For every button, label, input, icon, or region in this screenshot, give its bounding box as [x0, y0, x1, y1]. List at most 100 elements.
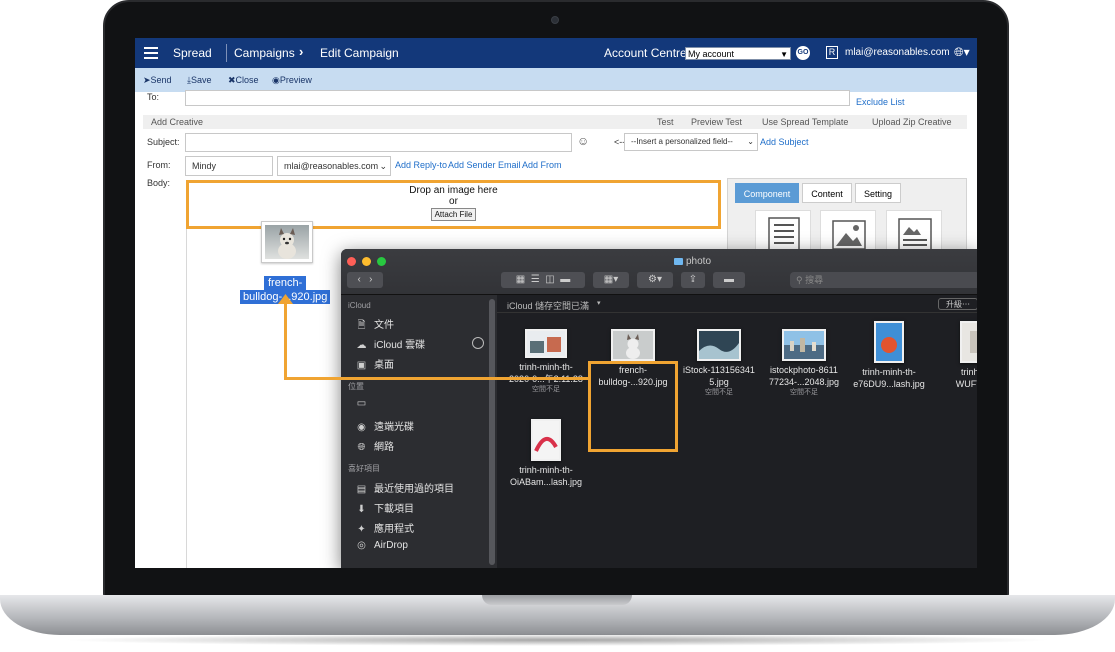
sidebar-item-label: 下載項目	[374, 504, 414, 515]
sidebar-item-network[interactable]: 🌐︎ 網路	[355, 438, 395, 453]
send-button[interactable]: ➤Send	[143, 75, 172, 86]
preview-test-link[interactable]: Preview Test	[691, 117, 742, 127]
laptop-notch	[482, 595, 632, 605]
save-button[interactable]: ⤓Save	[187, 75, 212, 86]
photo-thumbnail-icon	[962, 323, 977, 361]
send-icon: ➤	[143, 75, 151, 85]
file-item[interactable]: istockphoto-8611 77234-...2048.jpg 空間不足	[762, 329, 846, 397]
add-from-link[interactable]: Add From	[522, 160, 562, 170]
tab-component[interactable]: Component	[735, 183, 799, 203]
sidebar-item-label: iCloud 雲碟	[374, 340, 426, 351]
file-thumbnail	[960, 321, 977, 363]
desktop-icon: ▣	[356, 359, 367, 371]
subject-input[interactable]	[185, 133, 572, 152]
sidebar-scrollbar[interactable]	[489, 299, 495, 565]
zoom-window-button[interactable]	[377, 257, 386, 266]
file-status: 空間不足	[532, 386, 560, 393]
file-thumbnail	[874, 321, 904, 363]
sidebar-item-downloads[interactable]: ⬇︎ 下載項目	[355, 500, 414, 515]
chevron-down-icon: ⌄	[379, 161, 387, 171]
sidebar-item-documents[interactable]: 🗎︎ 文件	[355, 316, 394, 331]
upgrade-button[interactable]: 升級⋯	[938, 298, 977, 310]
share-icon: ⇪	[688, 274, 698, 285]
use-template-link[interactable]: Use Spread Template	[762, 117, 848, 127]
minimize-window-button[interactable]	[362, 257, 371, 266]
tag-button[interactable]: ▬	[713, 272, 745, 288]
chevron-down-icon: ▼	[780, 50, 788, 59]
file-item[interactable]: iStock-113156341 5.jpg 空間不足	[677, 329, 761, 397]
add-subject-link[interactable]: Add Subject	[760, 137, 809, 147]
close-window-button[interactable]	[347, 257, 356, 266]
from-name-input[interactable]: Mindy	[185, 156, 273, 176]
share-button[interactable]: ⇪	[681, 272, 705, 288]
sidebar-head-locations: 位置	[348, 382, 364, 391]
download-icon: ⬇︎	[357, 503, 366, 515]
go-button[interactable]: GO	[796, 46, 810, 60]
add-reply-to-link[interactable]: Add Reply-to	[395, 160, 447, 170]
dropped-image-thumbnail[interactable]	[261, 221, 313, 263]
attach-file-button[interactable]: Attach File	[430, 208, 477, 221]
add-creative-link[interactable]: Add Creative	[151, 117, 203, 127]
send-label: Send	[150, 75, 172, 85]
disc-icon: ◉	[357, 421, 366, 433]
sidebar-item-recents[interactable]: ▤ 最近使用過的項目	[355, 480, 454, 495]
file-item[interactable]: trinh-minh-th-e76DU9...lash.jpg	[847, 321, 931, 390]
file-thumbnail	[782, 329, 826, 361]
file-name: trinh-minh-th-2020-0...午2.11.28	[509, 362, 583, 384]
to-field[interactable]	[185, 90, 850, 106]
sidebar-item-icloud-drive[interactable]: ☁︎ iCloud 雲碟	[355, 336, 426, 351]
menu-icon[interactable]	[144, 47, 158, 59]
group-by-button[interactable]: ▦▾	[593, 272, 629, 288]
sidebar-item-remote-disc[interactable]: ◉ 遠端光碟	[355, 418, 414, 433]
subject-label: Subject:	[147, 137, 180, 147]
user-badge-icon[interactable]: R	[826, 46, 838, 59]
bulldog-thumbnail-icon	[613, 331, 653, 359]
globe-icon[interactable]: 🌐︎▾	[954, 45, 970, 60]
photo-thumbnail-icon	[527, 331, 565, 356]
action-button[interactable]: ⚙▾	[637, 272, 673, 288]
search-icon: ⚲	[796, 275, 803, 285]
icloud-status: iCloud 儲存空間已滿	[507, 301, 590, 311]
exclude-list-link[interactable]: Exclude List	[856, 97, 905, 107]
upload-zip-link[interactable]: Upload Zip Creative	[872, 117, 952, 127]
preview-button[interactable]: ◉Preview	[272, 75, 312, 86]
finder-search-input[interactable]: ⚲ 搜尋	[790, 272, 977, 288]
sidebar-item-desktop[interactable]: ▣ 桌面	[355, 356, 394, 371]
back-forward-buttons[interactable]: ‹ ›	[347, 272, 383, 288]
file-item[interactable]: trinh-mWUFTh...	[933, 321, 977, 390]
save-label: Save	[190, 75, 212, 85]
file-thumbnail	[525, 329, 567, 358]
sidebar-head-favorites: 喜好項目	[348, 464, 380, 473]
test-link[interactable]: Test	[657, 117, 674, 127]
chevron-down-icon: ⌄	[747, 137, 754, 146]
airdrop-icon: ◎	[357, 540, 366, 551]
sidebar-head-icloud: iCloud	[348, 301, 371, 310]
from-email-select[interactable]: mlai@reasonables.com ⌄	[277, 156, 391, 176]
selected-file-highlight	[588, 361, 678, 452]
brand[interactable]: Spread	[173, 46, 212, 60]
sidebar-item-computer[interactable]: ▭	[355, 398, 374, 409]
document-icon: 🗎︎	[357, 319, 366, 331]
file-item[interactable]: trinh-minh-th- OiABam...lash.jpg	[504, 419, 588, 488]
account-select-value: My account	[688, 49, 735, 59]
chevron-right-icon: ›	[299, 44, 304, 59]
user-email[interactable]: mlai@reasonables.com	[845, 47, 950, 58]
add-sender-email-link[interactable]: Add Sender Email	[448, 160, 521, 170]
sidebar-item-applications[interactable]: ✦ 應用程式	[355, 520, 414, 535]
photo-thumbnail-icon	[784, 331, 824, 359]
chevron-right-icon: ›	[369, 274, 373, 285]
file-item[interactable]: trinh-minh-th-2020-0...午2.11.28 空間不足	[504, 329, 588, 394]
emoji-icon[interactable]: ☺	[577, 134, 589, 148]
tab-setting[interactable]: Setting	[855, 183, 901, 203]
breadcrumb-campaigns[interactable]: Campaigns	[234, 46, 295, 60]
view-mode-buttons[interactable]: ▦ ☰ ◫ ▬	[501, 272, 585, 288]
body-label: Body:	[147, 178, 171, 188]
account-select[interactable]: My account ▼	[685, 47, 791, 60]
tab-content[interactable]: Content	[802, 183, 852, 203]
toolbar: ➤Send ⤓Save ✖Close ◉Preview	[135, 68, 977, 92]
close-button[interactable]: ✖Close	[228, 75, 259, 86]
personalized-field-select[interactable]: --Insert a personalized field-- ⌄	[624, 133, 758, 151]
sidebar-item-airdrop[interactable]: ◎ AirDrop	[355, 540, 408, 551]
sidebar-item-label: 文件	[374, 320, 394, 331]
personalized-field-value: --Insert a personalized field--	[631, 137, 733, 146]
